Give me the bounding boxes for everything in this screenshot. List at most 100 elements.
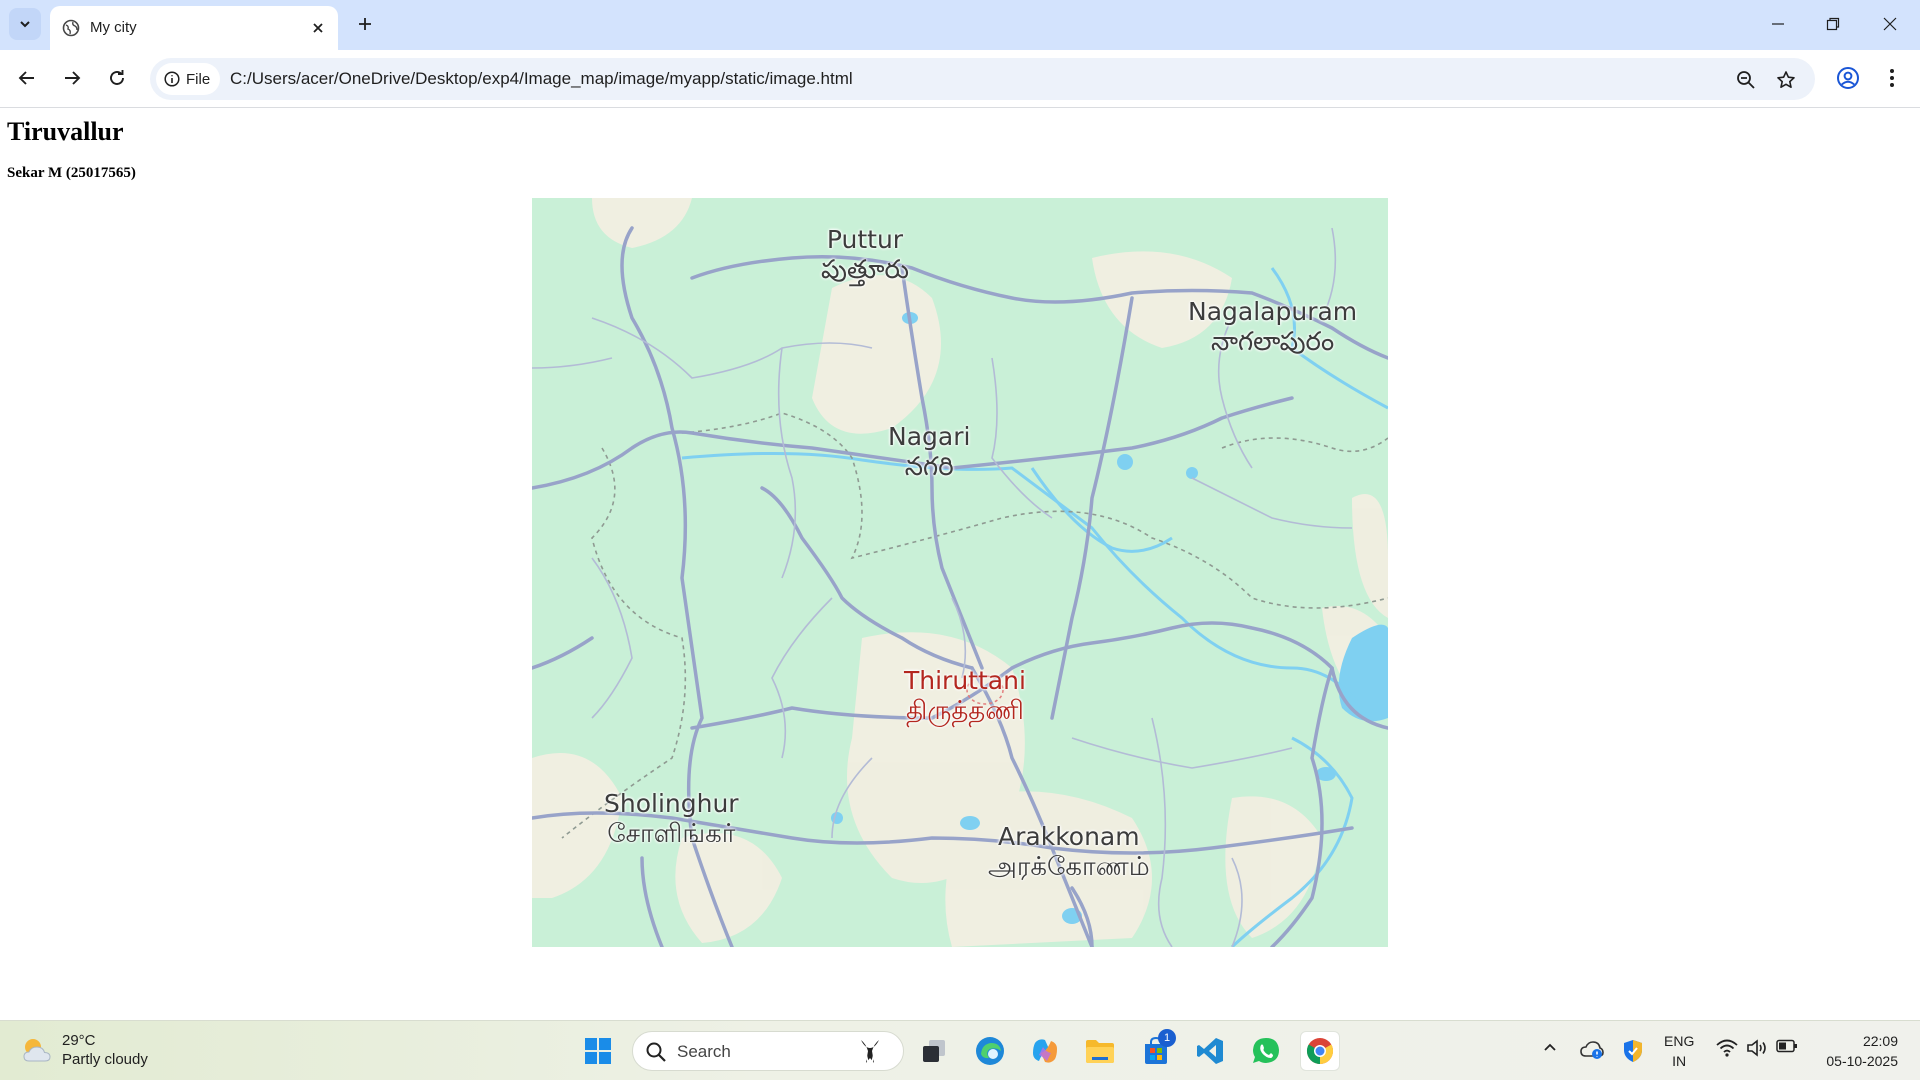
chrome-icon <box>1306 1038 1334 1065</box>
browser-tab[interactable]: My city <box>50 6 338 50</box>
bookmark-button[interactable] <box>1773 67 1799 93</box>
partly-cloudy-icon <box>23 1039 51 1062</box>
place-label-nagari: Nagari నగరి <box>888 421 970 483</box>
system-clock[interactable]: 22:09 05-10-2025 <box>1812 1031 1898 1071</box>
battery-tray-icon[interactable] <box>1776 1039 1798 1053</box>
place-name: Sholinghur <box>604 789 739 818</box>
clock-date: 05-10-2025 <box>1826 1053 1898 1069</box>
minimize-icon <box>1772 23 1784 25</box>
whatsapp-icon <box>1253 1038 1279 1063</box>
place-local-name: அரக்கோணம் <box>988 852 1150 882</box>
browser-menu-button[interactable] <box>1876 62 1908 94</box>
vscode-button[interactable] <box>1190 1031 1230 1071</box>
weather-temperature: 29°C <box>62 1032 96 1049</box>
volume-tray-icon[interactable] <box>1746 1039 1768 1057</box>
page-subtitle: Sekar M (25017565) <box>7 165 136 181</box>
microsoft-store-button[interactable]: 1 <box>1136 1029 1176 1071</box>
weather-condition: Partly cloudy <box>62 1051 148 1068</box>
place-local-name: சோளிங்கர் <box>607 819 736 849</box>
search-icon <box>646 1042 666 1062</box>
restore-button[interactable] <box>1811 6 1855 42</box>
vscode-icon <box>1197 1038 1223 1064</box>
clock-time: 22:09 <box>1862 1033 1898 1049</box>
place-label-nagalapuram: Nagalapuram నాగలాపురం <box>1188 296 1357 358</box>
tab-close-button[interactable] <box>308 18 328 38</box>
copilot-button[interactable] <box>1025 1031 1065 1071</box>
edge-icon <box>976 1037 1004 1065</box>
close-icon <box>313 23 323 33</box>
forward-button[interactable] <box>56 62 88 94</box>
taskbar-search-label: Search <box>677 1042 731 1061</box>
chevron-down-icon <box>20 21 30 28</box>
windows-taskbar: 29°C Partly cloudy Search 1 ENG IN 22:09… <box>0 1020 1920 1080</box>
arrow-right-icon <box>65 71 81 85</box>
place-local-name: నగరి <box>904 452 954 482</box>
globe-icon <box>62 19 80 37</box>
shield-icon <box>1624 1040 1642 1062</box>
show-hidden-icons-button[interactable] <box>1542 1039 1558 1055</box>
profile-button[interactable] <box>1832 62 1864 94</box>
language-line1: ENG <box>1664 1033 1695 1049</box>
tab-strip: My city <box>0 0 1920 50</box>
edge-browser-button[interactable] <box>970 1031 1010 1071</box>
minimize-button[interactable] <box>1756 6 1800 42</box>
address-bar[interactable]: File C:/Users/acer/OneDrive/Desktop/exp4… <box>150 58 1815 100</box>
url-text[interactable]: C:/Users/acer/OneDrive/Desktop/exp4/Imag… <box>230 69 853 89</box>
security-tray-icon[interactable] <box>1622 1039 1644 1063</box>
tab-search-button[interactable] <box>9 8 41 40</box>
notification-badge: 1 <box>1158 1029 1176 1047</box>
language-indicator[interactable]: ENG IN <box>1664 1031 1694 1071</box>
browser-toolbar: File C:/Users/acer/OneDrive/Desktop/exp4… <box>0 50 1920 108</box>
place-label-puttur: Puttur పుత్తూరు <box>821 224 909 286</box>
close-icon <box>1883 17 1897 31</box>
place-name: Puttur <box>826 225 904 254</box>
copilot-icon <box>1033 1039 1057 1063</box>
back-button[interactable] <box>11 62 43 94</box>
place-local-name: పుత్తూరు <box>821 255 909 285</box>
folder-icon <box>1086 1040 1114 1063</box>
zoom-button[interactable] <box>1733 67 1759 93</box>
place-name: Nagari <box>888 422 971 451</box>
onedrive-tray-icon[interactable] <box>1580 1039 1604 1061</box>
place-name: Nagalapuram <box>1188 297 1358 326</box>
place-local-name: திருத்தணி <box>905 696 1024 726</box>
reload-icon <box>110 70 124 85</box>
site-info-chip[interactable]: File <box>156 63 221 95</box>
site-chip-label: File <box>186 70 211 88</box>
wifi-tray-icon[interactable] <box>1716 1039 1738 1057</box>
whatsapp-button[interactable] <box>1246 1031 1286 1071</box>
search-highlight-icon <box>861 1040 879 1063</box>
place-label-sholinghur: Sholinghur சோளிங்கர் <box>604 788 739 850</box>
close-window-button[interactable] <box>1868 6 1912 42</box>
place-name: Thiruttani <box>904 666 1026 695</box>
language-line2: IN <box>1672 1053 1687 1069</box>
battery-icon <box>1776 1039 1797 1053</box>
zoom-out-icon <box>1737 71 1755 89</box>
star-icon <box>1777 71 1795 88</box>
tab-title: My city <box>90 19 137 36</box>
windows-logo-icon <box>585 1038 611 1064</box>
place-name: Arakkonam <box>998 822 1140 851</box>
web-page: Tiruvallur Sekar M (25017565) Puttur పుత… <box>0 109 1920 1020</box>
place-label-thiruttani[interactable]: Thiruttani திருத்தணி <box>904 665 1026 727</box>
file-explorer-button[interactable] <box>1080 1031 1120 1071</box>
chrome-button[interactable] <box>1300 1031 1340 1071</box>
taskbar-search[interactable]: Search <box>632 1031 904 1071</box>
page-title: Tiruvallur <box>7 117 124 146</box>
reload-button[interactable] <box>101 62 133 94</box>
task-view-icon <box>923 1040 945 1062</box>
start-button[interactable] <box>578 1031 618 1071</box>
place-local-name: నాగలాపురం <box>1211 327 1335 357</box>
task-view-button[interactable] <box>914 1031 954 1071</box>
speaker-icon <box>1747 1039 1766 1057</box>
weather-widget[interactable]: 29°C Partly cloudy <box>20 1031 148 1069</box>
arrow-left-icon <box>18 71 34 85</box>
account-icon <box>1837 67 1859 89</box>
new-tab-button[interactable] <box>352 11 378 37</box>
plus-icon <box>359 18 371 30</box>
city-map-image[interactable]: Puttur పుత్తూరు Nagalapuram నాగలాపురం Na… <box>532 198 1388 947</box>
info-icon <box>164 71 180 87</box>
chevron-up-icon <box>1544 1043 1556 1051</box>
place-label-arakkonam: Arakkonam அரக்கோணம் <box>988 821 1150 883</box>
restore-icon <box>1826 17 1840 31</box>
